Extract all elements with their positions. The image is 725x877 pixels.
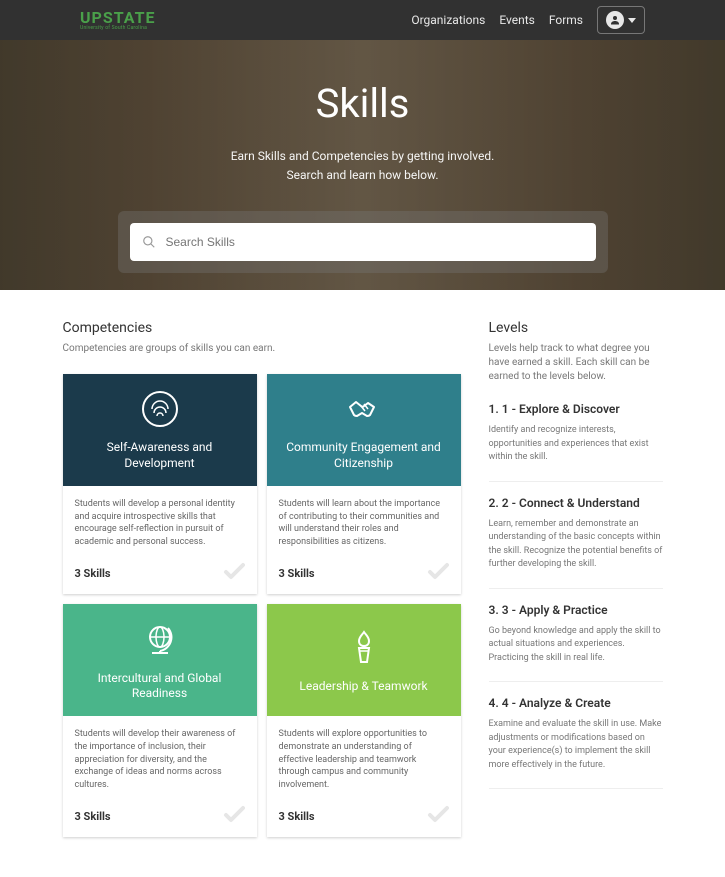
competency-desc: Students will explore opportunities to d… [279, 728, 449, 791]
globe-icon [140, 619, 180, 659]
torch-icon [344, 627, 384, 667]
competency-card-footer: 3 Skills [75, 562, 245, 584]
competency-title: Leadership & Teamwork [299, 679, 427, 695]
handshake-icon [344, 388, 384, 428]
competency-card-header: Leadership & Teamwork [267, 604, 461, 716]
nav-link-forms[interactable]: Forms [549, 13, 583, 27]
competency-card[interactable]: Intercultural and Global Readiness Studen… [63, 604, 257, 837]
competency-card[interactable]: Community Engagement and Citizenship Stud… [267, 374, 461, 594]
search-box[interactable] [130, 223, 596, 261]
competency-card-footer: 3 Skills [279, 805, 449, 827]
competency-card-footer: 3 Skills [279, 562, 449, 584]
level-desc: Examine and evaluate the skill in use. M… [489, 718, 663, 772]
brand-logo-sub: University of South Carolina [80, 26, 156, 31]
competencies-heading: Competencies [63, 320, 461, 336]
navbar: UPSTATE University of South Carolina Org… [0, 0, 725, 40]
competency-card-body: Students will explore opportunities to d… [267, 716, 461, 837]
chevron-down-icon [628, 18, 636, 23]
hero-subtitle: Earn Skills and Competencies by getting … [231, 147, 495, 185]
level-desc: Identify and recognize interests, opport… [489, 424, 663, 465]
level-item: 2. 2 - Connect & Understand Learn, rememb… [489, 482, 663, 589]
checkmark-icon [427, 562, 449, 584]
hero-sub-line1: Earn Skills and Competencies by getting … [231, 147, 495, 166]
competency-card-body: Students will learn about the importance… [267, 486, 461, 594]
competency-desc: Students will develop their awareness of… [75, 728, 245, 791]
skills-count: 3 Skills [279, 567, 315, 580]
checkmark-icon [223, 805, 245, 827]
nav-link-events[interactable]: Events [499, 13, 535, 27]
levels-heading: Levels [489, 320, 663, 336]
level-desc: Learn, remember and demonstrate an under… [489, 518, 663, 572]
page-title: Skills [316, 80, 410, 127]
competency-card-body: Students will develop a personal identit… [63, 486, 257, 594]
checkmark-icon [223, 562, 245, 584]
brand-logo-main: UPSTATE [80, 10, 156, 26]
level-title: 2. 2 - Connect & Understand [489, 496, 663, 510]
user-menu-button[interactable] [597, 6, 645, 34]
nav-link-organizations[interactable]: Organizations [411, 13, 485, 27]
competencies-section: Competencies Competencies are groups of … [63, 320, 461, 837]
competency-desc: Students will learn about the importance… [279, 498, 449, 548]
fingerprint-icon [140, 388, 180, 428]
hero-banner: Skills Earn Skills and Competencies by g… [0, 40, 725, 290]
level-title: 3. 3 - Apply & Practice [489, 603, 663, 617]
checkmark-icon [427, 805, 449, 827]
levels-sub: Levels help track to what degree you hav… [489, 342, 663, 384]
brand-logo[interactable]: UPSTATE University of South Carolina [80, 10, 156, 31]
level-item: 3. 3 - Apply & Practice Go beyond knowled… [489, 589, 663, 683]
search-icon [142, 235, 156, 249]
level-desc: Go beyond knowledge and apply the skill … [489, 625, 663, 666]
skills-count: 3 Skills [279, 810, 315, 823]
level-title: 4. 4 - Analyze & Create [489, 696, 663, 710]
competency-title: Intercultural and Global Readiness [73, 671, 247, 702]
user-avatar-icon [606, 11, 624, 29]
competency-title: Self-Awareness and Development [73, 440, 247, 471]
levels-section: Levels Levels help track to what degree … [489, 320, 663, 837]
competency-card[interactable]: Leadership & Teamwork Students will explo… [267, 604, 461, 837]
competency-card-header: Community Engagement and Citizenship [267, 374, 461, 486]
skills-count: 3 Skills [75, 810, 111, 823]
search-container [118, 211, 608, 273]
competencies-sub: Competencies are groups of skills you ca… [63, 342, 461, 356]
competency-card-header: Self-Awareness and Development [63, 374, 257, 486]
skills-count: 3 Skills [75, 567, 111, 580]
hero-sub-line2: Search and learn how below. [231, 166, 495, 185]
competency-card-header: Intercultural and Global Readiness [63, 604, 257, 716]
level-title: 1. 1 - Explore & Discover [489, 402, 663, 416]
search-input[interactable] [166, 235, 584, 249]
competency-desc: Students will develop a personal identit… [75, 498, 245, 548]
level-item: 1. 1 - Explore & Discover Identify and re… [489, 402, 663, 482]
level-item: 4. 4 - Analyze & Create Examine and evalu… [489, 682, 663, 789]
competency-card-body: Students will develop their awareness of… [63, 716, 257, 837]
competency-card-footer: 3 Skills [75, 805, 245, 827]
competency-card[interactable]: Self-Awareness and Development Students w… [63, 374, 257, 594]
competency-title: Community Engagement and Citizenship [277, 440, 451, 471]
